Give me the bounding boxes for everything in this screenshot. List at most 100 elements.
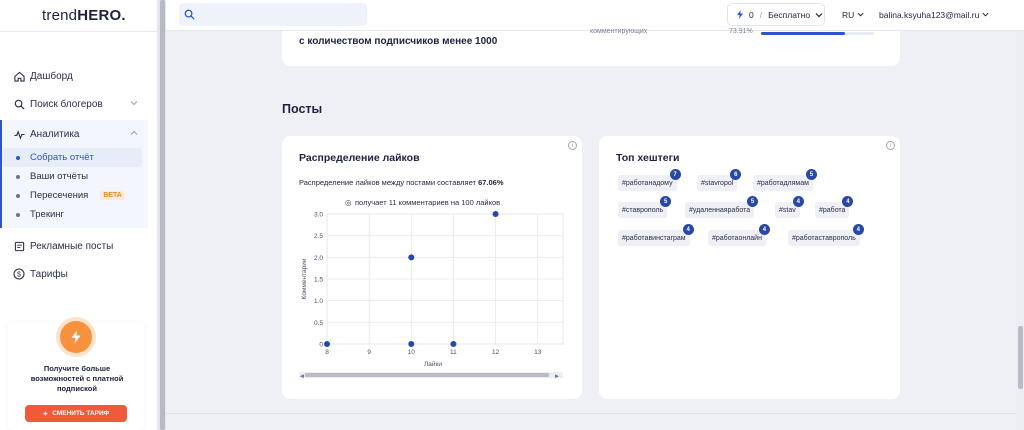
scroll-left-icon: ◀ bbox=[300, 374, 304, 380]
distribution-label: Распределение лайков между постами соста… bbox=[299, 178, 476, 187]
dollar-icon: $ bbox=[13, 268, 25, 280]
sidebar-subitem-label: Собрать отчёт bbox=[30, 152, 94, 163]
x-axis-label: Лайки bbox=[424, 360, 442, 368]
chart-icon: ◎ bbox=[345, 198, 352, 207]
hashtag-chip[interactable]: #работаонлайн 4 bbox=[708, 224, 770, 246]
bullet-dot bbox=[16, 193, 20, 198]
info-icon[interactable]: i bbox=[886, 141, 895, 150]
sidebar-nav: Дашборд Поиск блогеров Аналитика Собрать… bbox=[0, 62, 148, 288]
x-tick-label: 10 bbox=[408, 349, 416, 356]
x-tick-label: 12 bbox=[492, 349, 500, 356]
hashtag-chip[interactable]: #stavropol 6 bbox=[697, 169, 742, 191]
percent-value: 73.91% bbox=[729, 28, 753, 35]
hashtag-count-badge: 4 bbox=[852, 224, 864, 235]
data-point bbox=[408, 341, 415, 347]
info-icon[interactable]: i bbox=[568, 141, 577, 150]
y-tick-label: 0.5 bbox=[314, 320, 323, 327]
chevron-down-icon bbox=[982, 12, 989, 17]
card-title: Топ хештеги bbox=[616, 152, 680, 164]
chevron-up-icon bbox=[130, 130, 138, 135]
x-tick-label: 8 bbox=[325, 349, 329, 356]
analytics-icon bbox=[13, 128, 25, 140]
audience-card: с количеством подписчиков менее 1000 ком… bbox=[282, 28, 900, 66]
sidebar-subitem-intersections[interactable]: Пересечения BETA bbox=[2, 186, 148, 205]
hashtag-chip[interactable]: #удаленнаяработа 5 bbox=[685, 196, 759, 218]
hashtag-label: #работаставрополь bbox=[792, 234, 856, 242]
progress-fill bbox=[761, 32, 845, 35]
hashtag-chip[interactable]: #работадлямам 5 bbox=[753, 169, 817, 191]
account-menu[interactable]: balina.ksyuha123@mail.ru bbox=[879, 10, 989, 20]
separator: / bbox=[759, 9, 763, 20]
sidebar-item-tariffs[interactable]: $ Тарифы bbox=[0, 260, 148, 288]
distribution-value: 67.06% bbox=[478, 178, 504, 187]
chart-title: получает 11 комментариев на 100 лайков bbox=[355, 198, 500, 207]
x-tick-label: 13 bbox=[534, 349, 542, 356]
hashtag-label: #ставрополь bbox=[622, 206, 664, 214]
bullet-dot bbox=[16, 212, 20, 217]
progress-bar bbox=[761, 32, 874, 35]
y-tick-label: 3.0 bbox=[314, 212, 323, 219]
beta-badge: BETA bbox=[100, 191, 125, 200]
x-tick-label: 11 bbox=[450, 349, 457, 356]
hashtag-chip[interactable]: #работаставрополь 4 bbox=[788, 224, 864, 246]
search-icon bbox=[184, 9, 195, 20]
upgrade-panel: Получите больше возможностей с платной п… bbox=[8, 321, 144, 430]
search-icon bbox=[13, 98, 25, 110]
page-scroll-thumb[interactable] bbox=[1018, 326, 1023, 389]
sidebar-item-label: Аналитика bbox=[30, 128, 80, 140]
likes-distribution-card: i Распределение лайков Распределение лай… bbox=[282, 136, 582, 399]
language-value: RU bbox=[842, 10, 855, 20]
sidebar-subitem-label: Пересечения bbox=[30, 190, 89, 201]
hashtag-label: #работадлямам bbox=[757, 179, 809, 187]
sidebar-subitem-collect-report[interactable]: Собрать отчёт bbox=[2, 148, 142, 167]
sidebar-item-analytics[interactable]: Аналитика bbox=[2, 120, 148, 148]
lightning-icon bbox=[60, 321, 92, 353]
hashtag-chip[interactable]: #работанадому 7 bbox=[618, 169, 681, 191]
distribution-text: Распределение лайков между постами соста… bbox=[299, 178, 504, 187]
hashtag-chip[interactable]: #работавинстаграм 4 bbox=[618, 224, 694, 246]
svg-text:$: $ bbox=[17, 272, 21, 279]
sidebar-subitem-label: Ваши отчёты bbox=[30, 171, 89, 182]
plan-name: Бесплатно bbox=[768, 9, 811, 20]
lightning-icon bbox=[737, 10, 743, 19]
hashtag-label: #работанадому bbox=[622, 179, 673, 187]
chevron-down-icon bbox=[857, 12, 864, 17]
logo[interactable]: trendHERO. bbox=[42, 7, 126, 24]
chevron-down-icon bbox=[130, 101, 138, 106]
sidebar-subitem-tracking[interactable]: Трекинг bbox=[2, 205, 148, 224]
sidebar-item-ads[interactable]: Рекламные посты bbox=[0, 232, 148, 260]
analytics-group: Аналитика Собрать отчёт Ваши отчёты Пере… bbox=[0, 120, 148, 228]
credits-plan-dropdown[interactable]: 0 / Бесплатно bbox=[727, 3, 825, 26]
sidebar-subitem-your-reports[interactable]: Ваши отчёты bbox=[2, 167, 148, 186]
sidebar-scroll-thumb[interactable] bbox=[160, 0, 165, 430]
hashtag-count-badge: 6 bbox=[730, 169, 742, 180]
hashtag-chip[interactable]: #работа 4 bbox=[815, 196, 854, 218]
hashtag-label: #работа bbox=[819, 206, 846, 214]
sidebar-item-label: Дашборд bbox=[30, 70, 73, 82]
x-tick-label: 9 bbox=[367, 349, 371, 356]
hashtag-chip[interactable]: #stav 4 bbox=[775, 196, 804, 218]
sidebar-item-search-bloggers[interactable]: Поиск блогеров bbox=[0, 90, 148, 118]
card-subtitle: с количеством подписчиков менее 1000 bbox=[299, 36, 498, 47]
document-icon bbox=[13, 240, 25, 252]
sparkle-icon: ✦ bbox=[42, 410, 49, 418]
data-point bbox=[492, 211, 499, 217]
y-tick-label: 2.0 bbox=[314, 255, 323, 262]
section-title-posts: Посты bbox=[282, 102, 323, 116]
hashtag-label: #работавинстаграм bbox=[622, 234, 686, 242]
chart-scroll-thumb[interactable] bbox=[305, 373, 549, 377]
hashtag-label: #удаленнаяработа bbox=[689, 206, 751, 214]
language-dropdown[interactable]: RU bbox=[842, 10, 864, 20]
sidebar: trendHERO. Дашборд Поиск блогеров Аналит… bbox=[0, 0, 158, 430]
hashtag-count-badge: 4 bbox=[792, 196, 804, 207]
hashtag-count-badge: 7 bbox=[669, 169, 681, 180]
sidebar-item-dashboard[interactable]: Дашборд bbox=[0, 62, 148, 90]
top-hashtags-card: i Топ хештеги #работанадому 7 #stavropol 6 #… bbox=[599, 136, 900, 399]
hashtag-chip[interactable]: #ставрополь 5 bbox=[618, 196, 672, 218]
home-icon bbox=[13, 70, 25, 82]
y-tick-label: 2.5 bbox=[314, 233, 323, 240]
search-input[interactable] bbox=[179, 3, 367, 26]
change-tariff-button[interactable]: ✦ СМЕНИТЬ ТАРИФ bbox=[25, 405, 127, 422]
upgrade-text: Получите больше возможностей с платной п… bbox=[30, 364, 124, 393]
scroll-right-icon: ▶ bbox=[555, 374, 559, 380]
